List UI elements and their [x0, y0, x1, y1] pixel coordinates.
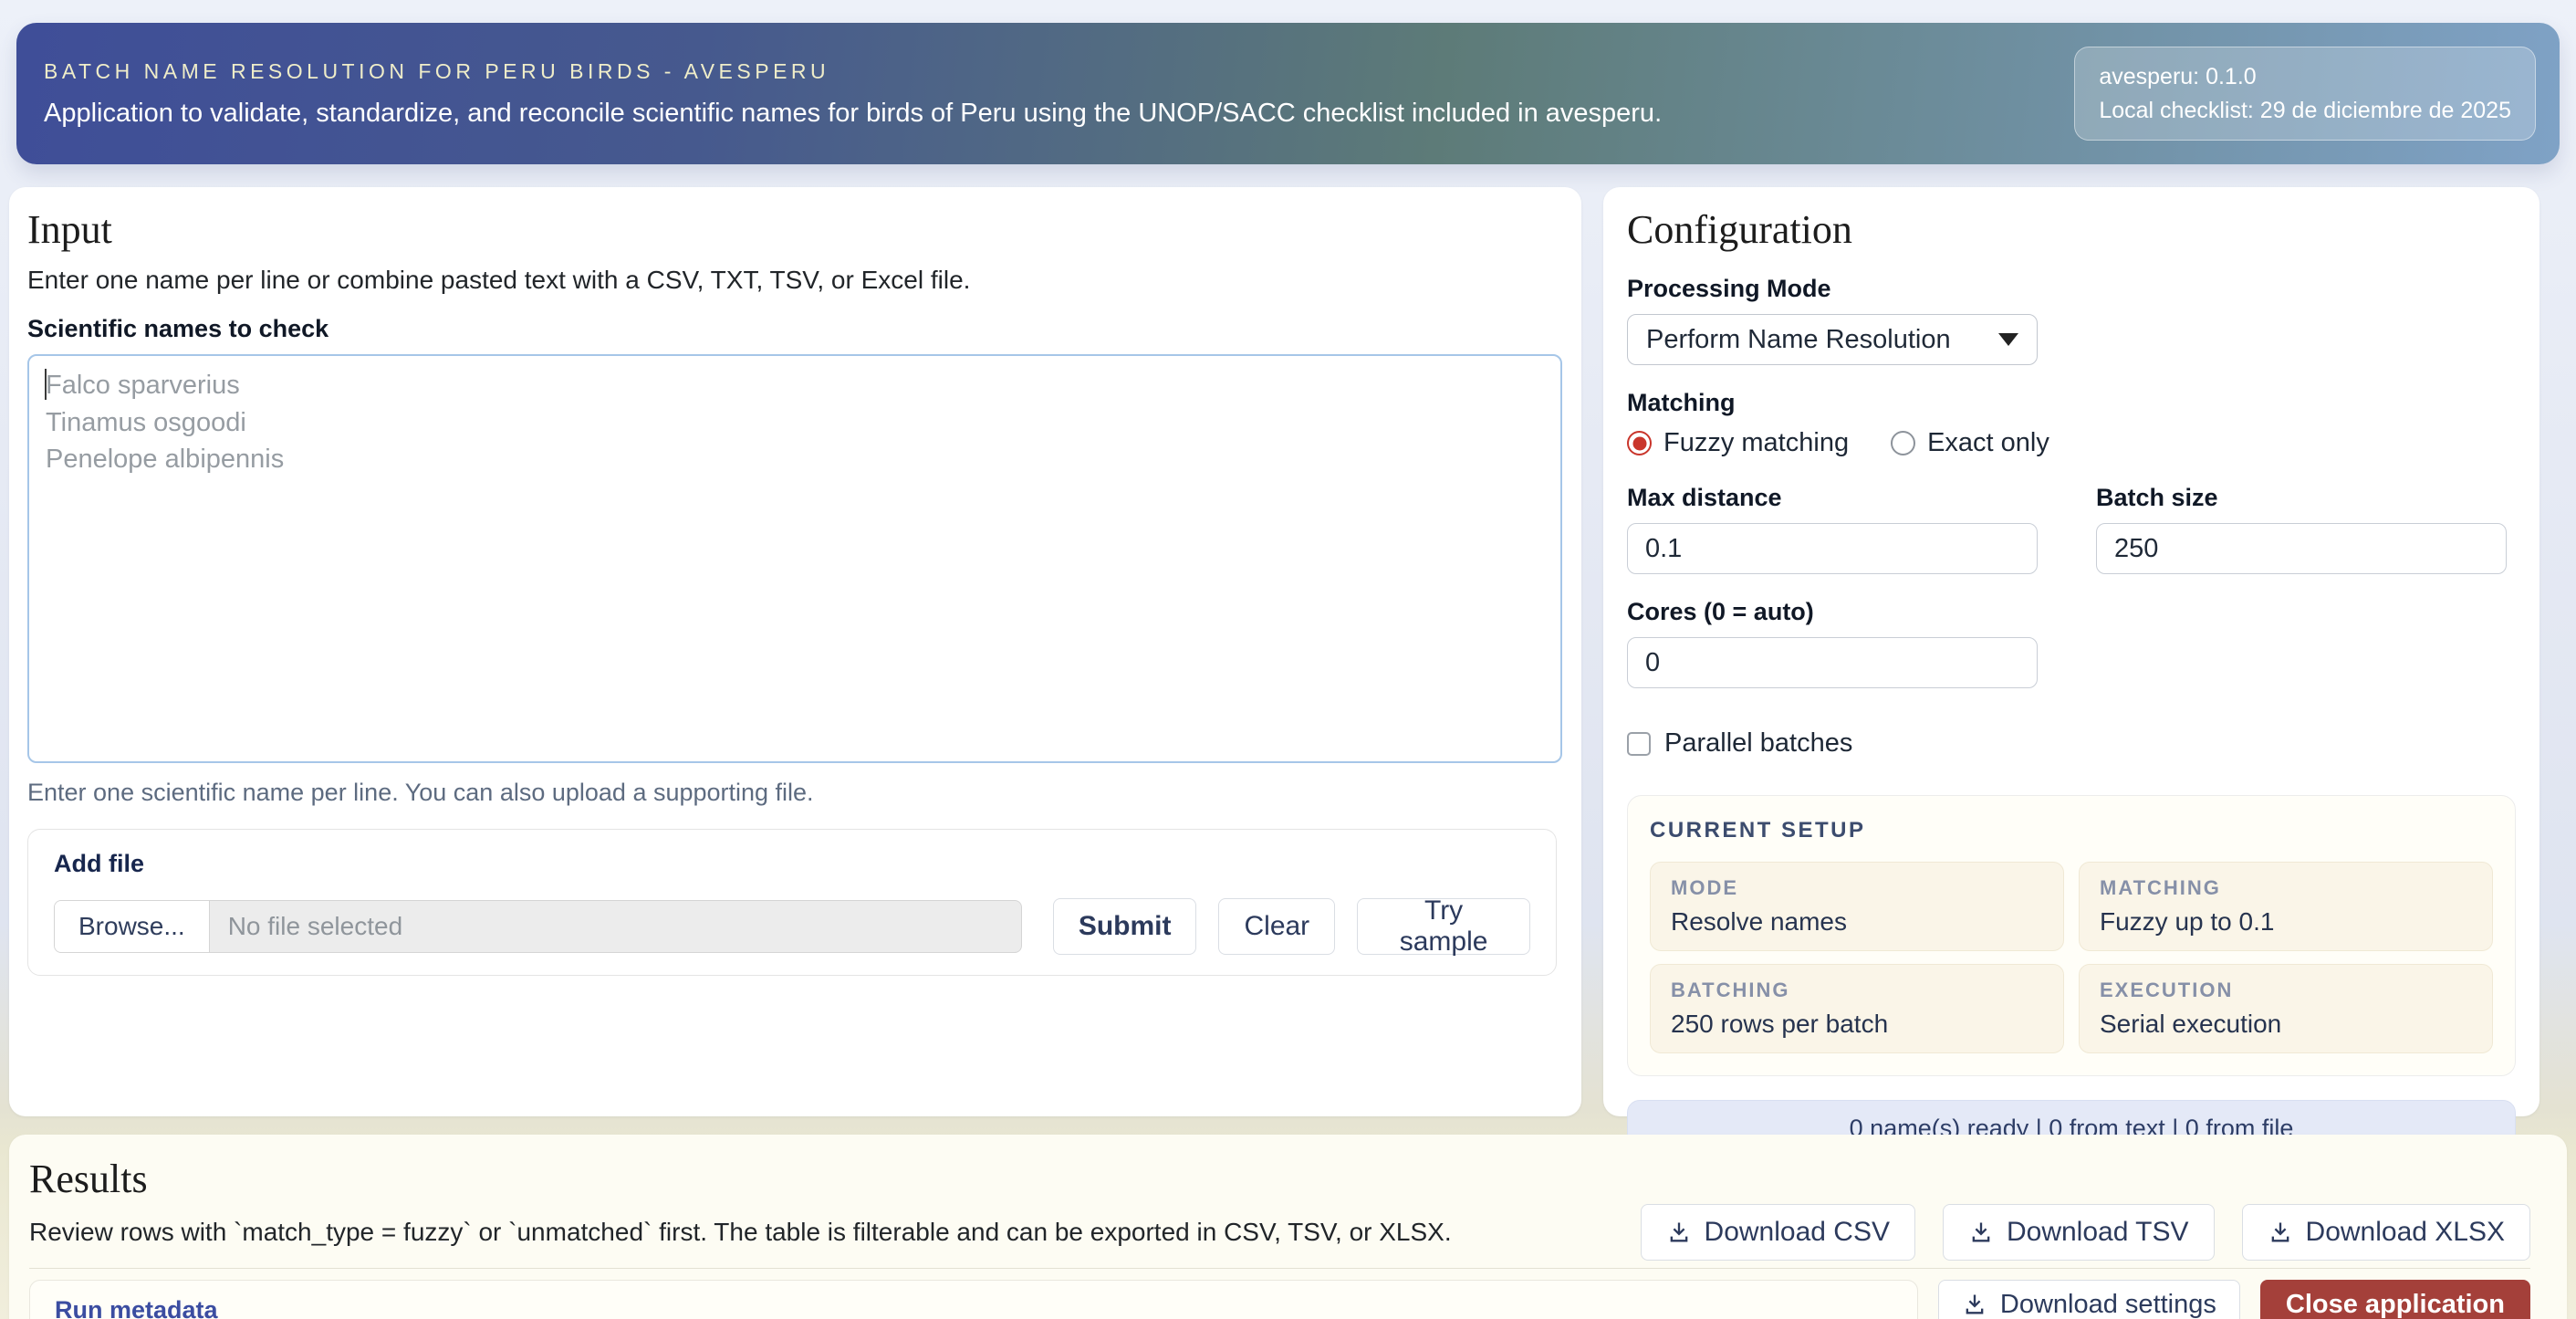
app-page: BATCH NAME RESOLUTION FOR PERU BIRDS - A… — [0, 0, 2576, 1319]
checkbox-unchecked-icon[interactable] — [1627, 732, 1651, 756]
max-distance-field-group: Max distance — [1627, 484, 2038, 574]
names-help-text: Enter one scientific name per line. You … — [27, 779, 1563, 807]
app-subtitle: Application to validate, standardize, an… — [44, 99, 1662, 129]
setup-card-value: 250 rows per batch — [1671, 1010, 2043, 1039]
add-file-box: Add file Browse... No file selected Subm… — [27, 829, 1557, 976]
results-header-row: Review rows with `match_type = fuzzy` or… — [29, 1204, 2530, 1261]
radio-fuzzy-label: Fuzzy matching — [1663, 428, 1849, 458]
matching-radio-group: Fuzzy matching Exact only — [1627, 428, 2516, 458]
download-settings-label: Download settings — [2000, 1290, 2216, 1319]
try-sample-label: Try sample — [1382, 895, 1505, 958]
max-distance-input[interactable] — [1627, 523, 2038, 574]
input-panel: Input Enter one name per line or combine… — [9, 187, 1581, 1116]
configuration-title: Configuration — [1627, 209, 2516, 251]
batch-size-field-group: Batch size — [2096, 484, 2507, 574]
radio-unchecked-icon — [1891, 431, 1915, 455]
chevron-down-icon — [1998, 333, 2018, 346]
setup-card-value: Resolve names — [1671, 907, 2043, 937]
parallel-batches-checkbox-row[interactable]: Parallel batches — [1627, 728, 2516, 759]
header-banner: BATCH NAME RESOLUTION FOR PERU BIRDS - A… — [16, 23, 2560, 164]
download-xlsx-label: Download XLSX — [2306, 1217, 2505, 1248]
setup-card-label: BATCHING — [1671, 979, 2043, 1002]
download-buttons-row: Download CSV Download TSV Download XLSX — [1641, 1204, 2530, 1261]
batch-size-label: Batch size — [2096, 484, 2507, 512]
results-bottom-row: Run metadata Download settings Close app… — [29, 1280, 2530, 1319]
setup-card-mode: MODE Resolve names — [1650, 862, 2064, 951]
setup-card-value: Serial execution — [2100, 1010, 2472, 1039]
file-input[interactable]: Browse... No file selected — [54, 900, 1022, 953]
processing-mode-label: Processing Mode — [1627, 275, 2516, 303]
setup-card-execution: EXECUTION Serial execution — [2079, 964, 2493, 1053]
results-panel: Results Review rows with `match_type = f… — [9, 1135, 2567, 1319]
browse-button[interactable]: Browse... — [55, 901, 210, 952]
radio-exact-only[interactable]: Exact only — [1891, 428, 2049, 458]
submit-label: Submit — [1079, 911, 1172, 942]
current-setup-panel: CURRENT SETUP MODE Resolve names MATCHIN… — [1627, 795, 2516, 1076]
run-metadata-accordion[interactable]: Run metadata — [29, 1280, 1918, 1319]
batch-size-input[interactable] — [2096, 523, 2507, 574]
results-description: Review rows with `match_type = fuzzy` or… — [29, 1218, 1452, 1247]
version-line: avesperu: 0.1.0 — [2099, 60, 2511, 93]
cores-input[interactable] — [1627, 637, 2038, 688]
parallel-batches-label: Parallel batches — [1664, 728, 1852, 759]
distance-batch-row: Max distance Batch size — [1627, 484, 2516, 574]
configuration-panel: Configuration Processing Mode Perform Na… — [1603, 187, 2539, 1116]
current-setup-title: CURRENT SETUP — [1650, 818, 2493, 843]
header-text-block: BATCH NAME RESOLUTION FOR PERU BIRDS - A… — [44, 59, 1662, 129]
app-title: BATCH NAME RESOLUTION FOR PERU BIRDS - A… — [44, 59, 1662, 84]
file-selected-text: No file selected — [210, 901, 402, 952]
download-settings-button[interactable]: Download settings — [1938, 1280, 2240, 1319]
download-csv-label: Download CSV — [1705, 1217, 1890, 1248]
run-metadata-label: Run metadata — [55, 1296, 218, 1319]
current-setup-grid: MODE Resolve names MATCHING Fuzzy up to … — [1650, 862, 2493, 1053]
setup-card-label: EXECUTION — [2100, 979, 2472, 1002]
results-title: Results — [29, 1158, 2530, 1200]
submit-button[interactable]: Submit — [1053, 898, 1197, 955]
max-distance-label: Max distance — [1627, 484, 2038, 512]
names-textarea[interactable] — [27, 354, 1562, 763]
download-icon — [1666, 1220, 1692, 1245]
download-icon — [1962, 1292, 1987, 1317]
download-tsv-button[interactable]: Download TSV — [1943, 1204, 2215, 1261]
version-info-box: avesperu: 0.1.0 Local checklist: 29 de d… — [2074, 47, 2536, 141]
main-content: Input Enter one name per line or combine… — [9, 187, 2539, 1116]
setup-card-label: MATCHING — [2100, 876, 2472, 900]
input-description: Enter one name per line or combine paste… — [27, 266, 1563, 295]
setup-card-label: MODE — [1671, 876, 2043, 900]
radio-exact-label: Exact only — [1927, 428, 2049, 458]
download-icon — [1968, 1220, 1994, 1245]
download-csv-button[interactable]: Download CSV — [1641, 1204, 1915, 1261]
processing-mode-value: Perform Name Resolution — [1646, 325, 1951, 355]
names-label: Scientific names to check — [27, 315, 1563, 343]
text-cursor — [45, 369, 47, 400]
close-application-label: Close application — [2286, 1290, 2505, 1319]
setup-card-value: Fuzzy up to 0.1 — [2100, 907, 2472, 937]
matching-label: Matching — [1627, 389, 2516, 417]
processing-mode-select[interactable]: Perform Name Resolution — [1627, 314, 2038, 365]
clear-button[interactable]: Clear — [1218, 898, 1335, 955]
add-file-label: Add file — [54, 850, 1530, 878]
cores-label: Cores (0 = auto) — [1627, 598, 2516, 626]
download-icon — [2268, 1220, 2293, 1245]
setup-card-batching: BATCHING 250 rows per batch — [1650, 964, 2064, 1053]
action-buttons: Submit Clear Try sample — [1053, 898, 1530, 955]
try-sample-button[interactable]: Try sample — [1357, 898, 1530, 955]
download-xlsx-button[interactable]: Download XLSX — [2242, 1204, 2530, 1261]
download-tsv-label: Download TSV — [2007, 1217, 2189, 1248]
input-title: Input — [27, 209, 1563, 251]
add-file-row: Browse... No file selected Submit Clear … — [54, 898, 1530, 955]
radio-fuzzy-matching[interactable]: Fuzzy matching — [1627, 428, 1849, 458]
checklist-date-line: Local checklist: 29 de diciembre de 2025 — [2099, 94, 2511, 127]
setup-card-matching: MATCHING Fuzzy up to 0.1 — [2079, 862, 2493, 951]
names-textarea-wrap — [27, 354, 1563, 768]
close-application-button[interactable]: Close application — [2260, 1280, 2530, 1319]
radio-checked-icon — [1627, 431, 1652, 455]
clear-label: Clear — [1244, 911, 1309, 942]
results-divider — [29, 1268, 2530, 1269]
